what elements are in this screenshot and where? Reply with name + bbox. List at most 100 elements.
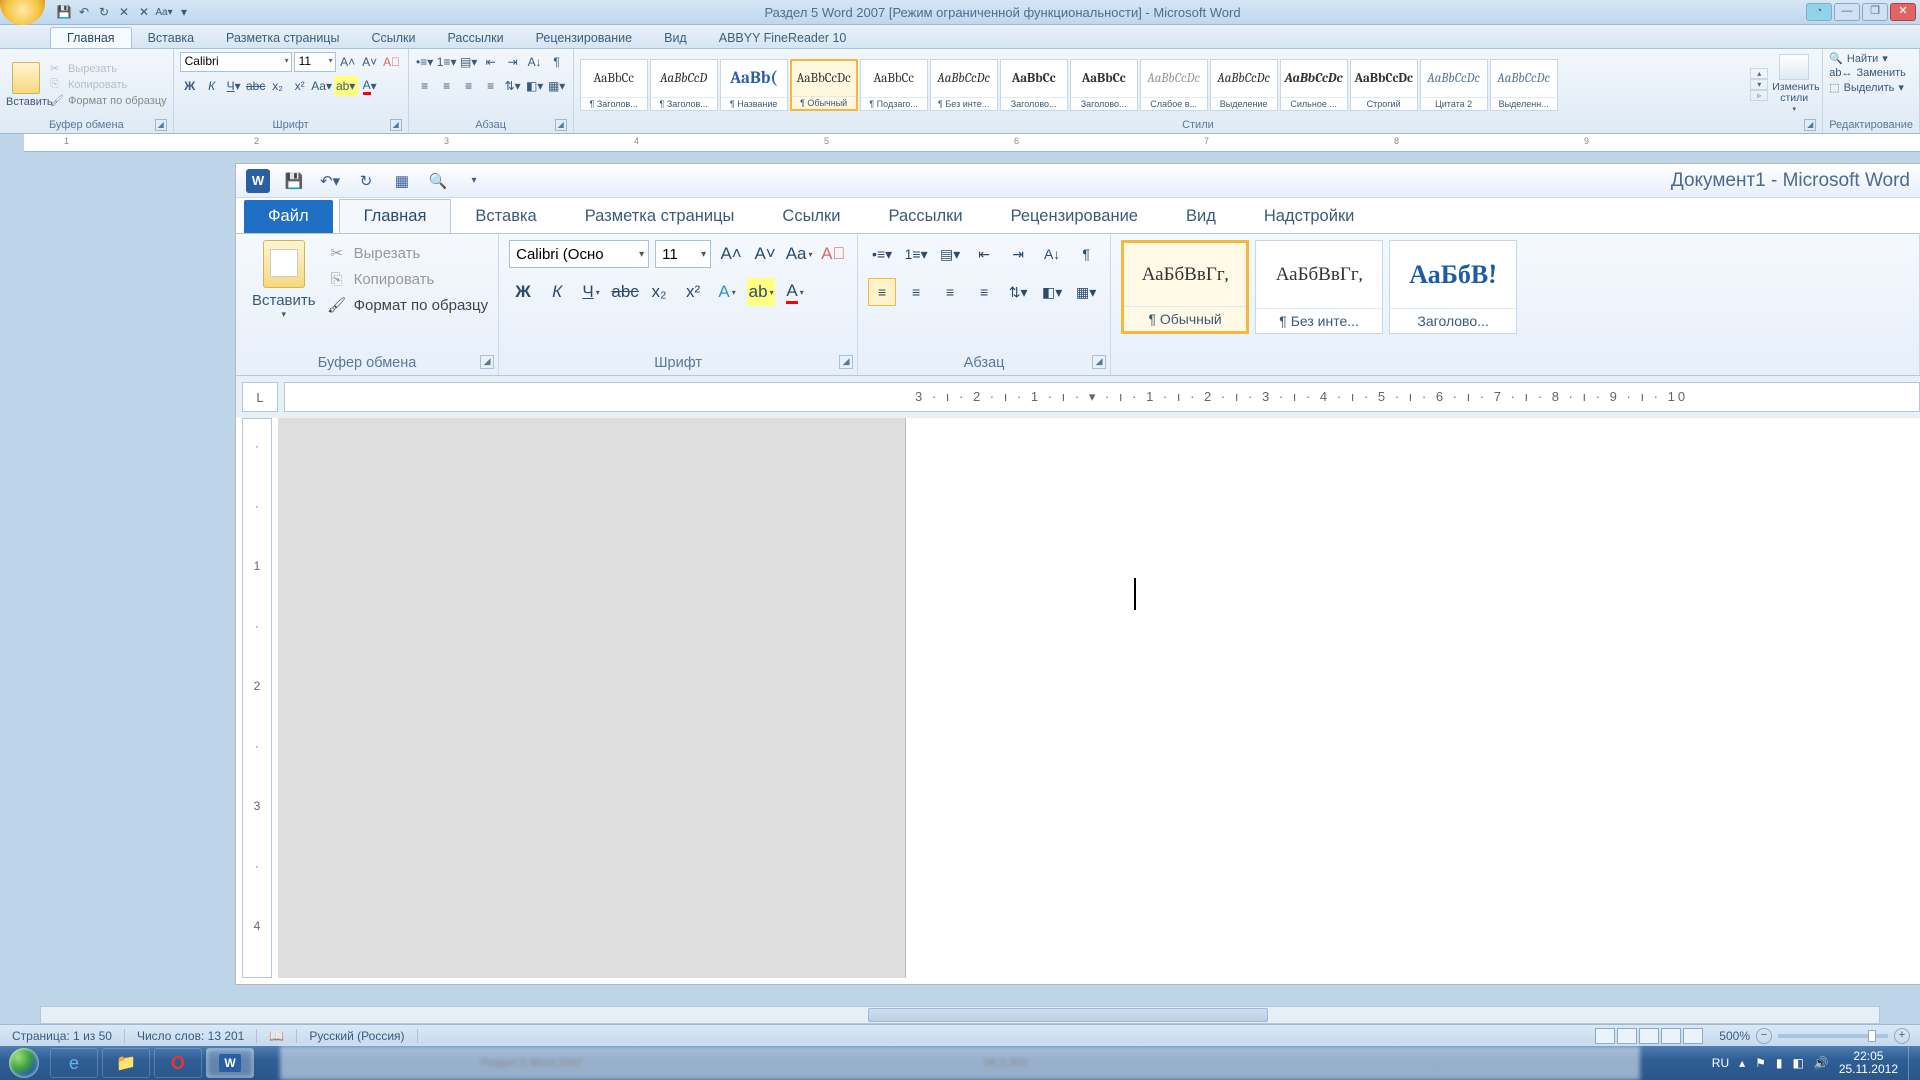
- align-center-icon[interactable]: ≡: [437, 76, 457, 96]
- w10-align-left-icon[interactable]: ≡: [868, 278, 896, 306]
- w10-indent-inc-icon[interactable]: ⇥: [1004, 240, 1032, 268]
- w10-save-icon[interactable]: 💾: [282, 169, 306, 193]
- grow-font-icon[interactable]: A˄: [338, 52, 358, 72]
- w10-ruler-horizontal[interactable]: 3 · ı · 2 · ı · 1 · ı · ▾ · ı · 1 · ı · …: [284, 382, 1920, 412]
- qat-aa-icon[interactable]: Aa▾: [155, 3, 173, 21]
- w10-shrink-font-icon[interactable]: A˅: [751, 240, 779, 268]
- highlight-icon[interactable]: ab▾: [334, 76, 358, 96]
- indent-inc-icon[interactable]: ⇥: [503, 52, 523, 72]
- justify-icon[interactable]: ≡: [481, 76, 501, 96]
- w10-font-dialog-icon[interactable]: ◢: [839, 355, 853, 369]
- style-item[interactable]: AaBbCcDc¶ Обычный: [790, 59, 858, 111]
- status-proofing-icon[interactable]: 📖: [257, 1029, 297, 1043]
- w10-underline-icon[interactable]: Ч: [577, 278, 605, 306]
- strike-icon[interactable]: abc: [246, 76, 266, 96]
- show-marks-icon[interactable]: ¶: [547, 52, 567, 72]
- underline-icon[interactable]: Ч▾: [224, 76, 244, 96]
- status-language[interactable]: Русский (Россия): [297, 1029, 417, 1043]
- clipboard-dialog-icon[interactable]: ◢: [155, 119, 167, 131]
- tab-view[interactable]: Вид: [648, 28, 703, 48]
- w10-tab-layout[interactable]: Разметка страницы: [561, 200, 759, 233]
- status-words[interactable]: Число слов: 13 201: [125, 1029, 257, 1043]
- w10-shading-icon[interactable]: ◧▾: [1038, 278, 1066, 306]
- w10-text-effects-icon[interactable]: A: [713, 278, 741, 306]
- align-left-icon[interactable]: ≡: [415, 76, 435, 96]
- w10-font-color-icon[interactable]: A: [781, 278, 809, 306]
- w10-style-item[interactable]: АаБбВвГг,¶ Без инте...: [1255, 240, 1383, 334]
- w10-align-right-icon[interactable]: ≡: [936, 278, 964, 306]
- w10-format-painter-button[interactable]: 🖌Формат по образцу: [328, 296, 489, 314]
- w10-indent-dec-icon[interactable]: ⇤: [970, 240, 998, 268]
- bullets-icon[interactable]: •≡▾: [415, 52, 435, 72]
- change-styles-button[interactable]: Изменить стили▾: [1772, 54, 1816, 115]
- style-item[interactable]: AaBbCcDcСильное ...: [1280, 59, 1348, 111]
- w10-paste-button[interactable]: Вставить ▾: [246, 240, 322, 351]
- w10-tab-refs[interactable]: Ссылки: [758, 200, 864, 233]
- style-item[interactable]: AaBbCcDcСлабое в...: [1140, 59, 1208, 111]
- maximize-button[interactable]: ❐: [1862, 3, 1888, 21]
- show-desktop-button[interactable]: [1908, 1046, 1920, 1080]
- w10-subscript-icon[interactable]: x₂: [645, 278, 673, 306]
- w10-size-combo[interactable]: 11▾: [655, 240, 711, 268]
- w10-sort-icon[interactable]: A↓: [1038, 240, 1066, 268]
- qat-x1-icon[interactable]: ✕: [115, 3, 133, 21]
- shading-icon[interactable]: ◧▾: [525, 76, 545, 96]
- w10-undo-icon[interactable]: ↶▾: [318, 169, 342, 193]
- align-right-icon[interactable]: ≡: [459, 76, 479, 96]
- styles-scroll[interactable]: ▴▾▹: [1750, 68, 1768, 101]
- w10-highlight-icon[interactable]: ab: [747, 278, 775, 306]
- w10-redo-icon[interactable]: ↻: [354, 169, 378, 193]
- font-size-combo[interactable]: 11▾: [294, 52, 336, 72]
- w10-change-case-icon[interactable]: Aa: [785, 240, 813, 268]
- style-item[interactable]: AaBbCcDcСтрогий: [1350, 59, 1418, 111]
- horizontal-scrollbar[interactable]: [40, 1006, 1880, 1024]
- styles-dialog-icon[interactable]: ◢: [1804, 119, 1816, 131]
- w10-style-item[interactable]: АаБбВвГг,¶ Обычный: [1121, 240, 1249, 334]
- numbering-icon[interactable]: 1≡▾: [437, 52, 457, 72]
- zoom-slider[interactable]: [1778, 1034, 1888, 1038]
- w10-strike-icon[interactable]: abc: [611, 278, 639, 306]
- style-item[interactable]: AaBbCcЗаголово...: [1070, 59, 1138, 111]
- w10-clear-format-icon[interactable]: A⃠: [819, 240, 847, 268]
- close-button[interactable]: ✕: [1890, 3, 1916, 21]
- line-spacing-icon[interactable]: ⇅▾: [503, 76, 523, 96]
- qat-x2-icon[interactable]: ✕: [135, 3, 153, 21]
- bold-icon[interactable]: Ж: [180, 76, 200, 96]
- tray-flag-icon[interactable]: ⚑: [1755, 1056, 1766, 1070]
- style-item[interactable]: AaBb(¶ Название: [720, 59, 788, 111]
- style-item[interactable]: AaBbCcDcВыделение: [1210, 59, 1278, 111]
- scroll-thumb[interactable]: [868, 1008, 1268, 1022]
- w10-spacing-icon[interactable]: ⇅▾: [1004, 278, 1032, 306]
- minimize-button[interactable]: —: [1834, 3, 1860, 21]
- office-button[interactable]: [0, 0, 45, 25]
- style-item[interactable]: AaBbCcD¶ Заголов...: [650, 59, 718, 111]
- find-button[interactable]: 🔍Найти ▾: [1829, 52, 1888, 65]
- zoom-in-button[interactable]: +: [1894, 1028, 1910, 1044]
- w10-marks-icon[interactable]: ¶: [1072, 240, 1100, 268]
- w10-clipboard-dialog-icon[interactable]: ◢: [480, 355, 494, 369]
- multilevel-icon[interactable]: ▤▾: [459, 52, 479, 72]
- style-item[interactable]: AaBbCc¶ Подзаго...: [860, 59, 928, 111]
- w10-tab-insert[interactable]: Вставка: [451, 200, 560, 233]
- w10-multilevel-icon[interactable]: ▤▾: [936, 240, 964, 268]
- w10-tab-review[interactable]: Рецензирование: [987, 200, 1162, 233]
- w10-font-combo[interactable]: Calibri (Осно▾: [509, 240, 649, 268]
- subscript-icon[interactable]: x₂: [268, 76, 288, 96]
- zoom-out-button[interactable]: −: [1756, 1028, 1772, 1044]
- horizontal-ruler[interactable]: 123456789: [24, 134, 1920, 152]
- start-button[interactable]: [0, 1046, 48, 1080]
- style-item[interactable]: AaBbCcЗаголово...: [1000, 59, 1068, 111]
- w10-qat-more-icon[interactable]: ▾: [462, 169, 486, 193]
- format-painter-button[interactable]: 🖌Формат по образцу: [50, 94, 167, 108]
- redo-icon[interactable]: ↻: [95, 3, 113, 21]
- w10-ruler-vertical[interactable]: ··1·2·3·4: [242, 418, 272, 978]
- w10-superscript-icon[interactable]: x²: [679, 278, 707, 306]
- tab-layout[interactable]: Разметка страницы: [210, 28, 355, 48]
- paragraph-dialog-icon[interactable]: ◢: [555, 119, 567, 131]
- styles-gallery[interactable]: AaBbCc¶ Заголов...AaBbCcD¶ Заголов...AaB…: [580, 59, 1747, 111]
- w10-tab-addins[interactable]: Надстройки: [1240, 200, 1379, 233]
- w10-bullets-icon[interactable]: •≡▾: [868, 240, 896, 268]
- qat-customize-icon[interactable]: ▾: [175, 3, 193, 21]
- style-item[interactable]: AaBbCc¶ Заголов...: [580, 59, 648, 111]
- italic-icon[interactable]: К: [202, 76, 222, 96]
